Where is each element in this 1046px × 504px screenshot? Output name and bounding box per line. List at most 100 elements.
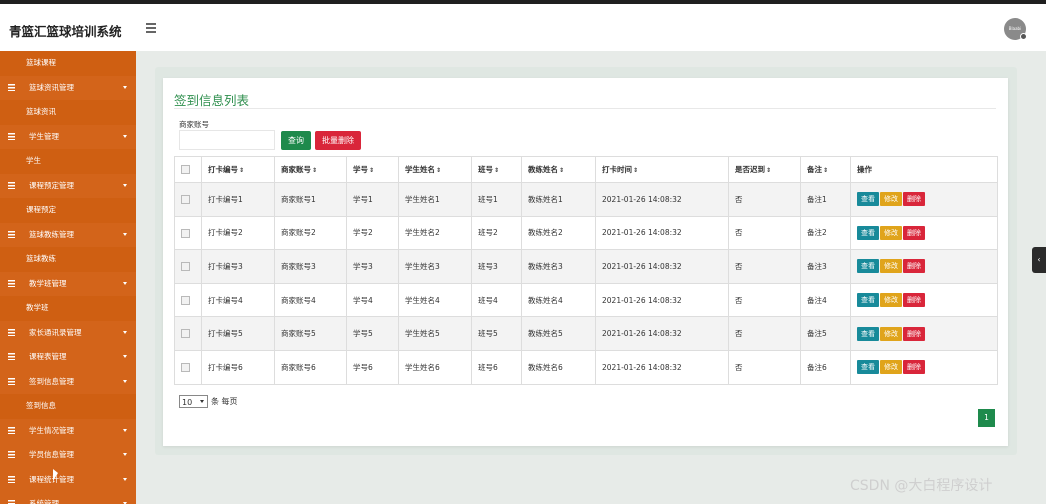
chevron-down-icon (123, 232, 127, 236)
sidebar-item-label: 学生管理 (29, 131, 59, 141)
view-button[interactable]: 查看 (857, 192, 879, 207)
delete-button[interactable]: 删除 (903, 259, 925, 274)
table-cell: 教练姓名6 (521, 349, 596, 385)
view-button[interactable]: 查看 (857, 259, 879, 274)
edit-button[interactable]: 修改 (880, 326, 902, 341)
sidebar-item[interactable]: 学生管理 (0, 124, 136, 149)
column-header-label: 操作 (857, 165, 872, 174)
table-cell: 打卡编号3 (201, 249, 275, 284)
select-all-header[interactable] (174, 156, 202, 183)
avatar-text: Blaabi (1008, 26, 1022, 31)
delete-button[interactable]: 删除 (903, 360, 925, 375)
menu-toggle-icon[interactable] (146, 23, 156, 33)
table-cell: 学号4 (346, 282, 399, 318)
sidebar-item[interactable]: 学生 (0, 149, 136, 174)
page-size-select[interactable]: 10 (179, 395, 208, 408)
edit-button[interactable]: 修改 (880, 360, 902, 375)
table-cell: 备注1 (800, 182, 851, 217)
avatar[interactable]: Blaabi (1004, 18, 1027, 40)
collapse-tab-icon[interactable]: ‹ (1032, 247, 1046, 273)
column-header[interactable]: 备注⇕ (800, 156, 851, 183)
view-button[interactable]: 查看 (857, 225, 879, 240)
sidebar-item[interactable]: 课程预定 (0, 198, 136, 223)
view-button[interactable]: 查看 (857, 326, 879, 341)
column-header[interactable]: 是否迟到⇕ (728, 156, 801, 183)
row-checkbox[interactable] (181, 195, 190, 205)
edit-button[interactable]: 修改 (880, 192, 902, 207)
pagination-page-1[interactable]: 1 (978, 409, 995, 427)
select-all-checkbox[interactable] (181, 165, 190, 175)
sidebar-item[interactable]: 系统管理 (0, 492, 136, 504)
sidebar-item[interactable]: 学生情况管理 (0, 418, 136, 443)
merchant-account-input[interactable] (179, 130, 275, 150)
sidebar-item[interactable]: 篮球资讯 (0, 100, 136, 125)
column-header[interactable]: 教练姓名⇕ (521, 156, 596, 183)
sidebar-item[interactable]: 课程表管理 (0, 345, 136, 370)
row-checkbox[interactable] (181, 363, 190, 373)
table-row: 打卡编号2 商家账号2 学号2 学生姓名2 班号2 教练姓名2 2021-01-26 14:… (174, 215, 998, 251)
sidebar-item[interactable]: 教学班 (0, 296, 136, 321)
sort-icon[interactable]: ⇕ (369, 167, 374, 174)
row-checkbox[interactable] (181, 262, 190, 272)
column-header[interactable]: 学生姓名⇕ (398, 156, 472, 183)
sort-icon[interactable]: ⇕ (436, 167, 441, 174)
app-title: 青篮汇篮球培训系统 (9, 24, 122, 39)
table-cell: 学生姓名4 (398, 282, 472, 318)
sidebar-item[interactable]: 签到信息 (0, 394, 136, 419)
delete-button[interactable]: 删除 (903, 293, 925, 308)
table-cell: 备注3 (800, 249, 851, 284)
watermark: CSDN @大白程序设计 (850, 478, 993, 494)
table-cell: 学号5 (346, 316, 399, 351)
edit-button[interactable]: 修改 (880, 225, 902, 240)
query-button[interactable]: 查询 (281, 131, 311, 150)
sort-icon[interactable]: ⇕ (494, 167, 499, 174)
signin-table: 打卡编号⇕ 商家账号⇕ 学号⇕ 学生姓名⇕ 班号⇕ 教练姓名⇕ 打卡时间⇕ 是否迟到⇕ 备注⇕ 操… (174, 156, 998, 385)
sidebar-item[interactable]: 家长通讯录管理 (0, 320, 136, 345)
chevron-down-icon (123, 355, 127, 358)
chevron-down-icon (123, 453, 127, 456)
table-cell: 学生姓名6 (398, 349, 472, 385)
sort-icon[interactable]: ⇕ (766, 167, 771, 174)
sidebar-item[interactable]: 篮球资讯管理 (0, 75, 136, 100)
view-button[interactable]: 查看 (857, 293, 879, 308)
sort-icon[interactable]: ⇕ (312, 167, 317, 174)
sidebar-item[interactable]: 教学班管理 (0, 271, 136, 296)
row-checkbox[interactable] (181, 329, 190, 339)
batch-delete-button[interactable]: 批量删除 (315, 131, 361, 150)
column-header[interactable]: 打卡编号⇕ (201, 156, 275, 183)
sidebar-item-label: 签到信息管理 (29, 376, 74, 386)
column-header-label: 学生姓名 (405, 165, 435, 174)
sidebar-item[interactable]: 篮球课程 (0, 51, 136, 76)
delete-button[interactable]: 删除 (903, 326, 925, 341)
sort-icon[interactable]: ⇕ (559, 167, 564, 174)
table-cell: 2021-01-26 14:08:32 (595, 182, 729, 217)
row-select-cell (174, 249, 202, 284)
view-button[interactable]: 查看 (857, 360, 879, 375)
column-header[interactable]: 商家账号⇕ (274, 156, 347, 183)
column-header[interactable]: 打卡时间⇕ (595, 156, 729, 183)
sidebar-item-label: 篮球资讯管理 (29, 82, 74, 92)
sort-icon[interactable]: ⇕ (823, 167, 828, 174)
delete-button[interactable]: 删除 (903, 225, 925, 240)
sidebar-item-label: 系统管理 (29, 499, 59, 504)
row-checkbox[interactable] (181, 228, 190, 238)
sort-icon[interactable]: ⇕ (239, 167, 244, 174)
column-header[interactable]: 班号⇕ (471, 156, 522, 183)
column-header[interactable]: 学号⇕ (346, 156, 399, 183)
sidebar-item[interactable]: 篮球教练管理 (0, 222, 136, 247)
sidebar-item[interactable]: 课程统计管理 (0, 467, 136, 492)
sidebar-item-label: 家长通讯录管理 (29, 327, 82, 337)
sort-icon[interactable]: ⇕ (633, 167, 638, 174)
sidebar-item[interactable]: 签到信息管理 (0, 369, 136, 394)
edit-button[interactable]: 修改 (880, 293, 902, 308)
row-checkbox[interactable] (181, 295, 190, 305)
column-header-label: 班号 (478, 165, 493, 174)
sidebar-item[interactable]: 篮球教练 (0, 247, 136, 272)
sidebar-item[interactable]: 学员信息管理 (0, 443, 136, 468)
per-page-label: 条 每页 (211, 397, 238, 406)
menu-list-icon (8, 475, 15, 483)
delete-button[interactable]: 删除 (903, 192, 925, 207)
edit-button[interactable]: 修改 (880, 259, 902, 274)
sidebar-item[interactable]: 课程预定管理 (0, 173, 136, 198)
sidebar: 篮球课程篮球资讯管理篮球资讯学生管理学生 课程预定管理 课程预定 篮球教练管理 篮球教练… (0, 51, 136, 504)
